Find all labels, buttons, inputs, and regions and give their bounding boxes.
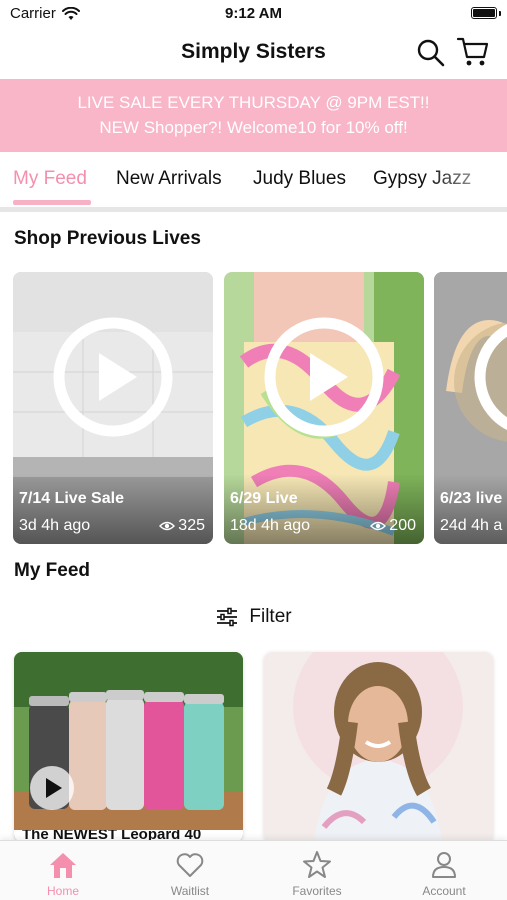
previous-lives-carousel[interactable]: 7/14 Live Sale 3d 4h ago 325 6/29 Live 1… — [0, 272, 507, 544]
live-age: 18d 4h ago — [230, 517, 311, 534]
search-icon[interactable] — [416, 38, 446, 68]
tab-gypsy-jazz[interactable]: Gypsy Jazz — [373, 168, 471, 190]
filter-label: Filter — [249, 606, 292, 627]
sliders-icon — [217, 607, 238, 627]
active-tab-indicator — [13, 200, 91, 205]
filter-button[interactable]: Filter — [0, 606, 507, 628]
eye-icon — [159, 521, 176, 531]
status-bar: Carrier 9:12 AM — [0, 0, 507, 28]
live-view-count: 200 — [389, 517, 416, 534]
play-icon[interactable] — [472, 315, 507, 439]
product-image — [14, 652, 243, 842]
promo-line-2: NEW Shopper?! Welcome10 for 10% off! — [99, 118, 408, 137]
section-title-feed: My Feed — [14, 560, 91, 581]
cart-icon[interactable] — [456, 36, 490, 68]
product-image — [264, 652, 493, 842]
person-icon — [432, 852, 456, 878]
tab-my-feed[interactable]: My Feed — [13, 168, 87, 190]
tabbar-label: Home — [46, 884, 79, 898]
category-tabs: My Feed New Arrivals Judy Blues Gypsy Ja… — [0, 155, 507, 207]
status-time: 9:12 AM — [225, 5, 282, 22]
product-card[interactable]: The NEWEST Leopard 40 — [14, 652, 243, 842]
tabbar-label: Favorites — [292, 884, 342, 898]
tabbar-label: Account — [422, 884, 466, 898]
live-card[interactable]: 6/23 live 24d 4h a — [434, 272, 507, 544]
heart-icon — [176, 853, 204, 877]
live-view-count: 325 — [178, 517, 205, 534]
play-icon[interactable] — [51, 315, 175, 439]
promo-banner[interactable]: LIVE SALE EVERY THURSDAY @ 9PM EST!! NEW… — [0, 79, 507, 152]
tabs-divider — [0, 207, 507, 212]
live-card[interactable]: 6/29 Live 18d 4h ago 200 — [224, 272, 424, 544]
home-icon — [50, 853, 76, 878]
section-title-previous-lives: Shop Previous Lives — [14, 228, 201, 249]
live-title: 7/14 Live Sale — [19, 490, 124, 507]
live-age: 24d 4h a — [440, 517, 503, 534]
tabbar-favorites[interactable]: Favorites — [254, 841, 380, 900]
nav-bar: Simply Sisters — [0, 28, 507, 78]
live-views: 325 — [159, 517, 205, 535]
tab-new-arrivals[interactable]: New Arrivals — [116, 168, 222, 190]
live-title: 6/23 live — [440, 490, 503, 507]
live-title: 6/29 Live — [230, 490, 298, 507]
tabbar-home[interactable]: Home — [0, 841, 126, 900]
tab-judy-blues[interactable]: Judy Blues — [253, 168, 346, 190]
play-icon[interactable] — [262, 315, 386, 439]
battery-icon — [471, 7, 497, 19]
eye-icon — [370, 521, 387, 531]
tabbar-waitlist[interactable]: Waitlist — [127, 841, 253, 900]
live-views: 200 — [370, 517, 416, 535]
tabbar-account[interactable]: Account — [381, 841, 507, 900]
tabbar-label: Waitlist — [170, 884, 210, 898]
product-card[interactable] — [264, 652, 493, 842]
promo-line-1: LIVE SALE EVERY THURSDAY @ 9PM EST!! — [77, 93, 430, 112]
play-icon[interactable] — [28, 764, 76, 812]
star-icon — [303, 851, 331, 878]
live-card[interactable]: 7/14 Live Sale 3d 4h ago 325 — [13, 272, 213, 544]
live-age: 3d 4h ago — [19, 517, 91, 534]
bottom-tab-bar: Home Waitlist Favorites Account — [0, 840, 507, 900]
